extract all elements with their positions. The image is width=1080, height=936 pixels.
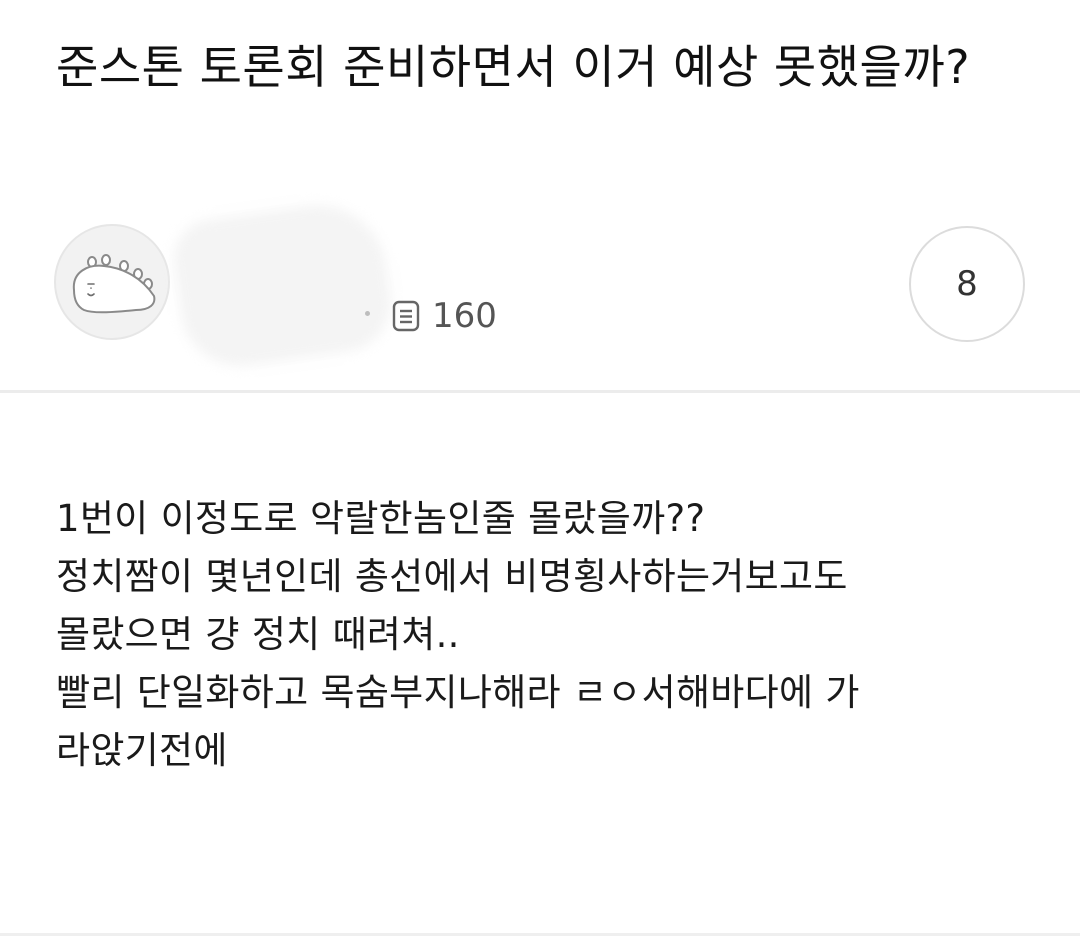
header-divider: [0, 390, 1080, 393]
post-body-line: 빨리 단일화하고 목숨부지나해라 ㄹㅇ서해바다에 가: [56, 671, 860, 714]
meta-separator: [365, 311, 370, 316]
comment-count-button[interactable]: 8: [909, 226, 1025, 342]
post-body-line: 몰랐으면 걍 정치 때려쳐..: [56, 613, 460, 656]
view-count: 160: [392, 294, 497, 338]
post-body: 1번이 이정도로 악랄한놈인줄 몰랐을까?? 정치짬이 몇년인데 총선에서 비명…: [56, 490, 1046, 780]
post-title: 준스톤 토론회 준비하면서 이거 예상 못했을까?: [56, 40, 971, 94]
view-count-value: 160: [432, 296, 497, 336]
comment-count-value: 8: [956, 264, 978, 304]
document-icon: [392, 300, 420, 332]
post-body-line: 정치짬이 몇년인데 총선에서 비명횡사하는거보고도: [56, 555, 848, 598]
post-body-line: 라앉기전에: [56, 729, 228, 772]
post-body-line: 1번이 이정도로 악랄한놈인줄 몰랐을까??: [56, 497, 706, 540]
author-name-redacted: [168, 196, 398, 374]
dinosaur-avatar-icon: [72, 254, 156, 314]
author-avatar[interactable]: [54, 224, 170, 340]
